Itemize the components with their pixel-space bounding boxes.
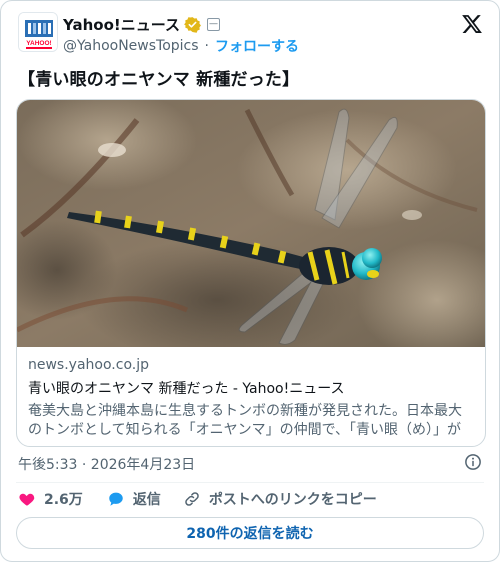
copy-link-button[interactable]: ポストへのリンクをコピー: [183, 489, 377, 509]
link-domain: news.yahoo.co.jp: [28, 357, 149, 373]
verified-badge-icon: [184, 17, 201, 33]
link-description: 奄美大島と沖縄本島に生息するトンボの新種が発見された。日本最大のトンボとして知ら…: [28, 403, 462, 438]
read-replies-button[interactable]: 280件の返信を読む: [16, 517, 484, 549]
reply-button[interactable]: 返信: [107, 489, 161, 509]
post-timestamp[interactable]: 午後5:33 · 2026年4月23日: [18, 454, 195, 474]
like-button[interactable]: 2.6万: [18, 489, 83, 509]
link-title: 青い眼のオニヤンマ 新種だった - Yahoo!ニュース: [28, 381, 345, 397]
embedded-post-card: YAHOO! Yahoo!ニュース — @YahooNewsTopics · フ…: [0, 0, 500, 562]
post-text: 【青い眼のオニヤンマ 新種だった】: [18, 70, 300, 90]
info-icon[interactable]: [464, 453, 482, 471]
link-preview-card[interactable]: news.yahoo.co.jp 青い眼のオニヤンマ 新種だった - Yahoo…: [16, 99, 486, 447]
divider: [16, 482, 484, 483]
x-logo-icon[interactable]: [461, 13, 483, 35]
link-icon: [185, 492, 199, 506]
yahoo-news-logo: YAHOO!: [19, 13, 57, 51]
like-count: 2.6万: [44, 492, 83, 508]
follow-button[interactable]: フォローする: [215, 36, 299, 56]
separator-dot: ·: [204, 38, 209, 54]
account-name-row: Yahoo!ニュース —: [63, 14, 220, 35]
reply-label: 返信: [132, 492, 161, 508]
account-name[interactable]: Yahoo!ニュース: [63, 14, 180, 35]
heart-icon: [19, 493, 35, 506]
dragonfly-photo: [17, 100, 485, 347]
affiliate-badge-icon: —: [207, 18, 220, 31]
link-meta: news.yahoo.co.jp 青い眼のオニヤンマ 新種だった - Yahoo…: [28, 357, 474, 440]
account-handle[interactable]: @YahooNewsTopics: [63, 38, 199, 54]
svg-text:YAHOO!: YAHOO!: [26, 40, 51, 47]
copy-link-label: ポストへのリンクをコピー: [208, 492, 377, 508]
handle-row: @YahooNewsTopics · フォローする: [63, 36, 299, 56]
avatar[interactable]: YAHOO!: [18, 12, 58, 52]
post-actions: 2.6万 返信 ポストへのリンクをコピー: [18, 489, 377, 509]
reply-bubble-icon: [109, 492, 123, 506]
